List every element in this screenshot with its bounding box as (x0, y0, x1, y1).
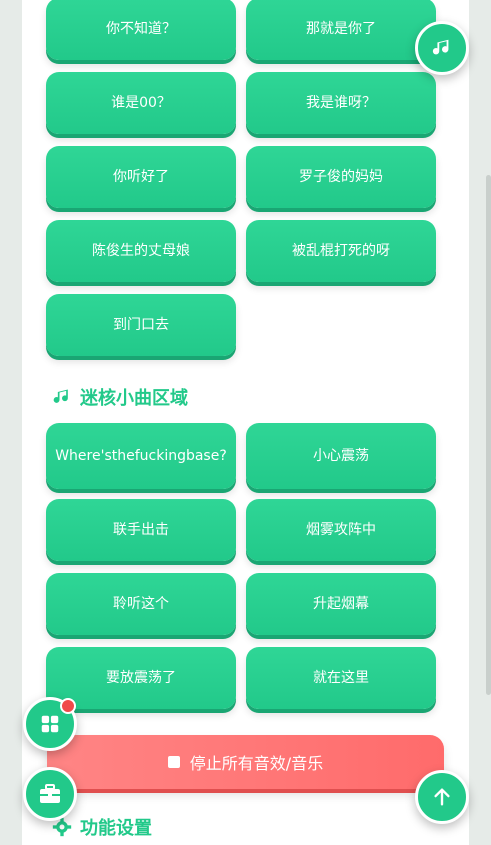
voice-button[interactable]: 谁是00？ (46, 72, 236, 134)
music-button[interactable]: 烟雾攻阵中 (246, 499, 436, 561)
voice-button[interactable]: 陈俊生的丈母娘 (46, 220, 236, 282)
voice-button[interactable]: 我是谁呀？ (246, 72, 436, 134)
section-music-title: 迷核小曲区域 (52, 384, 188, 410)
music-button[interactable]: 升起烟幕 (246, 573, 436, 635)
music-button[interactable]: 聆听这个 (46, 573, 236, 635)
voice-button[interactable]: 那就是你了 (246, 0, 436, 60)
voice-button[interactable]: 你不知道？ (46, 0, 236, 60)
stop-icon (167, 756, 180, 768)
notification-badge (60, 698, 76, 714)
music-button[interactable]: 要放震荡了 (46, 647, 236, 709)
section-settings-title: 功能设置 (52, 814, 152, 840)
stop-all-label: 停止所有音效/音乐 (189, 754, 324, 773)
music-note-icon (432, 39, 449, 55)
scrollbar-thumb[interactable] (486, 175, 491, 695)
grid-icon (41, 715, 59, 733)
music-button[interactable]: 小心震荡 (246, 423, 436, 489)
section-settings-label: 功能设置 (80, 818, 152, 839)
music-button[interactable]: Where'sthefuckingbase? (46, 423, 236, 489)
music-fab[interactable] (415, 21, 469, 75)
toolbox-icon (40, 784, 60, 803)
music-note-icon (53, 389, 68, 403)
section-music-label: 迷核小曲区域 (80, 388, 188, 409)
stop-all-button[interactable]: 停止所有音效/音乐 (47, 735, 444, 789)
voice-button[interactable]: 被乱棍打死的呀 (246, 220, 436, 282)
scroll-top-fab[interactable] (415, 770, 469, 824)
music-button[interactable]: 联手出击 (46, 499, 236, 561)
toolbox-fab[interactable] (23, 767, 77, 821)
voice-button[interactable]: 你听好了 (46, 146, 236, 208)
music-button[interactable]: 就在这里 (246, 647, 436, 709)
voice-button[interactable]: 罗子俊的妈妈 (246, 146, 436, 208)
voice-button[interactable]: 到门口去 (46, 294, 236, 356)
grid-menu-fab[interactable] (23, 697, 77, 751)
arrow-up-icon (434, 788, 450, 806)
